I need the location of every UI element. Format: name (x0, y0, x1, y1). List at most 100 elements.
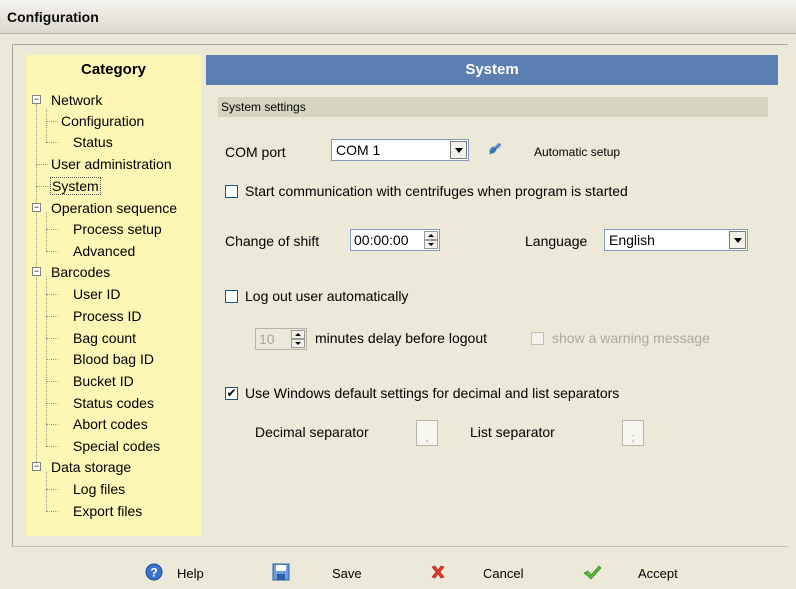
tree-line (46, 229, 58, 230)
tree-item-label: Abort codes (73, 416, 148, 432)
accept-button[interactable]: Accept (582, 562, 687, 586)
help-button[interactable]: ? Help (144, 562, 214, 586)
use-windows-defaults-label: Use Windows default settings for decimal… (245, 385, 620, 401)
tree-item-label: Status (73, 134, 113, 150)
com-port-value: COM 1 (336, 142, 381, 158)
tree-line (46, 121, 58, 122)
tree-line (46, 294, 58, 295)
tree-line (36, 104, 37, 464)
tree-item-label: Advanced (73, 243, 136, 259)
automatic-setup-button[interactable]: Automatic setup (534, 145, 620, 159)
tree-item-label: Operation sequence (51, 200, 178, 216)
minutes-delay-label: minutes delay before logout (315, 330, 487, 346)
window-title: Configuration (7, 9, 99, 25)
section-title: System settings (218, 97, 768, 117)
tree-item-status-codes[interactable]: Status codes (73, 394, 154, 412)
decimal-separator-input[interactable]: , (416, 420, 438, 446)
system-header: System (206, 55, 778, 85)
tree-item-label: Status codes (73, 395, 154, 411)
accept-label: Accept (638, 566, 678, 581)
tree-item-label: Configuration (61, 113, 145, 129)
tree-item-label: User ID (73, 286, 121, 302)
spin-up-icon[interactable] (291, 330, 305, 339)
tree-line (46, 251, 58, 252)
tree-item-log-files[interactable]: Log files (73, 480, 125, 498)
start-communication-checkbox[interactable] (225, 185, 238, 198)
use-windows-defaults-checkbox[interactable]: ✔ (225, 387, 238, 400)
expander-network[interactable]: − (32, 95, 41, 104)
spin-down-icon[interactable] (424, 240, 438, 249)
tree-item-process-setup[interactable]: Process setup (73, 220, 162, 238)
tree-item-data-storage[interactable]: Data storage (51, 458, 131, 476)
tree-item-process-id[interactable]: Process ID (73, 307, 141, 325)
language-select[interactable]: English (604, 229, 748, 251)
tree-item-blood-bag-id[interactable]: Blood bag ID (73, 350, 154, 368)
tree-line (46, 338, 58, 339)
tree-item-system[interactable]: System (50, 177, 101, 195)
tree-line (46, 446, 58, 447)
tree-line (46, 424, 58, 425)
tree-line (46, 277, 47, 446)
tree-item-special-codes[interactable]: Special codes (73, 437, 160, 455)
tree-item-network[interactable]: Network (51, 91, 102, 109)
tree-item-label: Barcodes (51, 264, 111, 280)
auto-setup-icon[interactable] (487, 141, 503, 157)
tree-line (36, 186, 48, 187)
tree-item-label: User administration (51, 156, 172, 172)
tree-item-label: Data storage (51, 459, 132, 475)
tree-item-status[interactable]: Status (73, 133, 113, 151)
list-separator-label: List separator (470, 424, 555, 440)
com-port-select[interactable]: COM 1 (331, 139, 469, 161)
warning-message-checkbox[interactable] (531, 332, 544, 345)
svg-text:?: ? (150, 566, 157, 580)
tree-line (46, 381, 58, 382)
change-of-shift-input[interactable]: 00:00:00 (350, 229, 440, 251)
logout-checkbox[interactable] (225, 290, 238, 303)
save-button[interactable]: Save (271, 562, 366, 586)
tree-line (46, 109, 47, 142)
spinner-arrows[interactable] (424, 231, 438, 249)
start-communication-label: Start communication with centrifuges whe… (245, 183, 628, 199)
language-value: English (609, 232, 655, 248)
tree-item-label: Bucket ID (73, 373, 134, 389)
chevron-down-icon[interactable] (729, 231, 746, 249)
chevron-down-icon[interactable] (450, 141, 467, 159)
spin-up-icon[interactable] (424, 231, 438, 240)
tree-item-configuration[interactable]: Configuration (61, 112, 144, 130)
tree-item-label: Special codes (73, 438, 161, 454)
tree-line (46, 472, 47, 511)
tree-item-abort-codes[interactable]: Abort codes (73, 415, 148, 433)
tree-item-label: Network (51, 92, 103, 108)
tree-item-label: Blood bag ID (73, 351, 154, 367)
expander-data-storage[interactable]: − (32, 462, 41, 471)
tree-line (46, 316, 58, 317)
tree-item-operation-sequence[interactable]: Operation sequence (51, 199, 177, 217)
tree-line (46, 403, 58, 404)
warning-message-label: show a warning message (552, 330, 710, 346)
minutes-delay-input[interactable]: 10 (255, 328, 307, 350)
tree-item-barcodes[interactable]: Barcodes (51, 263, 110, 281)
tree-item-bag-count[interactable]: Bag count (73, 329, 136, 347)
help-icon: ? (144, 562, 164, 582)
spinner-arrows[interactable] (291, 330, 305, 348)
change-of-shift-label: Change of shift (225, 233, 320, 249)
tree-item-user-administration[interactable]: User administration (51, 155, 172, 173)
tree-item-label: Export files (73, 503, 143, 519)
tree-item-export-files[interactable]: Export files (73, 502, 142, 520)
tree-line (36, 164, 48, 165)
tree-item-bucket-id[interactable]: Bucket ID (73, 372, 134, 390)
list-separator-input[interactable]: ; (622, 420, 644, 446)
com-port-label: COM port (225, 144, 286, 160)
expander-operation-sequence[interactable]: − (32, 203, 41, 212)
save-label: Save (332, 566, 362, 581)
tree-item-user-id[interactable]: User ID (73, 285, 120, 303)
expander-barcodes[interactable]: − (32, 267, 41, 276)
tree-item-advanced[interactable]: Advanced (73, 242, 135, 260)
cancel-button[interactable]: Cancel (428, 562, 528, 586)
spin-down-icon[interactable] (291, 339, 305, 348)
decimal-separator-label: Decimal separator (255, 424, 369, 440)
tree-item-label: Bag count (73, 330, 137, 346)
tree-item-label: Log files (73, 481, 126, 497)
tree-item-label: Process ID (73, 308, 142, 324)
category-header: Category (80, 61, 147, 78)
